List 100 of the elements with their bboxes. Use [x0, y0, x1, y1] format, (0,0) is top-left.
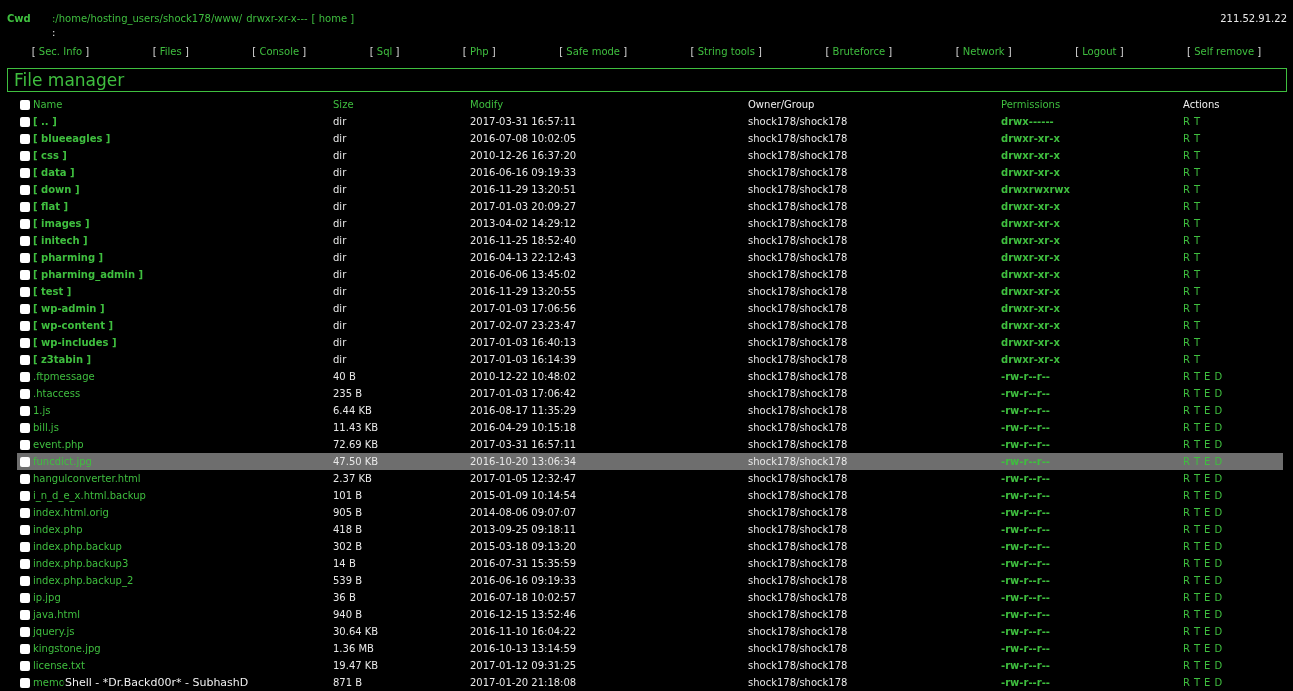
permissions-link[interactable]: -rw-r--r-- — [1001, 524, 1183, 535]
permissions-link[interactable]: drwxr-xr-x — [1001, 337, 1183, 348]
row-checkbox[interactable] — [20, 320, 30, 331]
row-checkbox[interactable] — [20, 660, 30, 671]
action-link[interactable]: T — [1193, 558, 1201, 569]
action-link[interactable]: D — [1214, 660, 1223, 671]
file-link[interactable]: java.html — [33, 609, 80, 620]
folder-link[interactable]: [ test ] — [33, 286, 72, 297]
action-link[interactable]: D — [1214, 541, 1223, 552]
row-checkbox[interactable] — [20, 541, 30, 552]
action-link[interactable]: T — [1193, 405, 1201, 416]
action-link[interactable]: D — [1214, 507, 1223, 518]
file-link[interactable]: index.php — [33, 524, 83, 535]
action-link[interactable]: E — [1204, 541, 1211, 552]
action-link[interactable]: D — [1214, 388, 1223, 399]
file-link[interactable]: bill.js — [33, 422, 59, 433]
row-checkbox[interactable] — [20, 422, 30, 433]
action-link[interactable]: T — [1193, 269, 1201, 280]
permissions-link[interactable]: drwxr-xr-x — [1001, 201, 1183, 212]
file-link[interactable]: ip.jpg — [33, 592, 61, 603]
file-link[interactable]: license.txt — [33, 660, 85, 671]
permissions-link[interactable]: drwx------ — [1001, 116, 1183, 127]
action-link[interactable]: T — [1193, 439, 1201, 450]
file-link[interactable]: index.php.backup_2 — [33, 575, 134, 586]
action-link[interactable]: R — [1183, 422, 1190, 433]
action-link[interactable]: D — [1214, 439, 1223, 450]
action-link[interactable]: E — [1204, 371, 1211, 382]
permissions-link[interactable]: drwxrwxrwx — [1001, 184, 1183, 195]
nav-link[interactable]: [ Network ] — [955, 46, 1012, 62]
action-link[interactable]: T — [1193, 575, 1201, 586]
folder-link[interactable]: [ images ] — [33, 218, 90, 229]
row-checkbox[interactable] — [20, 439, 30, 450]
action-link[interactable]: E — [1204, 490, 1211, 501]
file-link[interactable]: kingstone.jpg — [33, 643, 101, 654]
action-link[interactable]: T — [1193, 133, 1201, 144]
permissions-link[interactable]: drwxr-xr-x — [1001, 133, 1183, 144]
action-link[interactable]: R — [1183, 150, 1190, 161]
action-link[interactable]: E — [1204, 592, 1211, 603]
action-link[interactable]: R — [1183, 371, 1190, 382]
action-link[interactable]: R — [1183, 609, 1190, 620]
permissions-link[interactable]: drwxr-xr-x — [1001, 320, 1183, 331]
action-link[interactable]: D — [1214, 626, 1223, 637]
action-link[interactable]: T — [1193, 218, 1201, 229]
action-link[interactable]: E — [1204, 643, 1211, 654]
action-link[interactable]: R — [1183, 626, 1190, 637]
row-checkbox[interactable] — [20, 626, 30, 637]
action-link[interactable]: R — [1183, 592, 1190, 603]
row-checkbox[interactable] — [20, 303, 30, 314]
row-checkbox[interactable] — [20, 252, 30, 263]
action-link[interactable]: R — [1183, 320, 1190, 331]
action-link[interactable]: T — [1193, 422, 1201, 433]
file-link[interactable]: i_n_d_e_x.html.backup — [33, 490, 146, 501]
action-link[interactable]: R — [1183, 252, 1190, 263]
nav-link[interactable]: [ Safe mode ] — [559, 46, 628, 62]
action-link[interactable]: T — [1193, 303, 1201, 314]
column-header[interactable]: Size — [333, 99, 470, 110]
row-checkbox[interactable] — [20, 456, 30, 467]
row-checkbox[interactable] — [20, 184, 30, 195]
permissions-link[interactable]: drwxr-xr-x — [1001, 150, 1183, 161]
nav-link[interactable]: [ Bruteforce ] — [825, 46, 893, 62]
action-link[interactable]: E — [1204, 388, 1211, 399]
file-link[interactable]: 1.js — [33, 405, 51, 416]
row-checkbox[interactable] — [20, 286, 30, 297]
action-link[interactable]: D — [1214, 609, 1223, 620]
action-link[interactable]: E — [1204, 677, 1211, 688]
column-header[interactable]: Modify — [470, 99, 748, 110]
permissions-link[interactable]: -rw-r--r-- — [1001, 490, 1183, 501]
action-link[interactable]: R — [1183, 235, 1190, 246]
action-link[interactable]: T — [1193, 541, 1201, 552]
action-link[interactable]: E — [1204, 626, 1211, 637]
action-link[interactable]: R — [1183, 286, 1190, 297]
folder-link[interactable]: [ css ] — [33, 150, 67, 161]
folder-link[interactable]: [ .. ] — [33, 116, 57, 127]
row-checkbox[interactable] — [20, 167, 30, 178]
row-checkbox[interactable] — [20, 133, 30, 144]
nav-link[interactable]: [ Files ] — [152, 46, 189, 62]
nav-link[interactable]: [ Self remove ] — [1187, 46, 1262, 62]
permissions-link[interactable]: drwxr-xr-x — [1001, 167, 1183, 178]
action-link[interactable]: T — [1193, 150, 1201, 161]
file-link[interactable]: index.html.orig — [33, 507, 109, 518]
action-link[interactable]: T — [1193, 592, 1201, 603]
permissions-link[interactable]: -rw-r--r-- — [1001, 541, 1183, 552]
file-link[interactable]: hangulconverter.html — [33, 473, 141, 484]
action-link[interactable]: D — [1214, 371, 1223, 382]
row-checkbox[interactable] — [20, 150, 30, 161]
action-link[interactable]: R — [1183, 643, 1190, 654]
row-checkbox[interactable] — [20, 507, 30, 518]
file-link[interactable]: event.php — [33, 439, 84, 450]
row-checkbox[interactable] — [20, 337, 30, 348]
permissions-link[interactable]: -rw-r--r-- — [1001, 609, 1183, 620]
action-link[interactable]: T — [1193, 524, 1201, 535]
action-link[interactable]: D — [1214, 643, 1223, 654]
file-link[interactable]: index.php.backup — [33, 541, 122, 552]
permissions-link[interactable]: drwxr-xr-x — [1001, 235, 1183, 246]
nav-link[interactable]: [ Sec. Info ] — [31, 46, 90, 62]
permissions-link[interactable]: drwxr-xr-x — [1001, 269, 1183, 280]
permissions-link[interactable]: drwxr-xr-x — [1001, 252, 1183, 263]
permissions-link[interactable]: drwxr-xr-x — [1001, 218, 1183, 229]
row-checkbox[interactable] — [20, 643, 30, 654]
action-link[interactable]: T — [1193, 235, 1201, 246]
